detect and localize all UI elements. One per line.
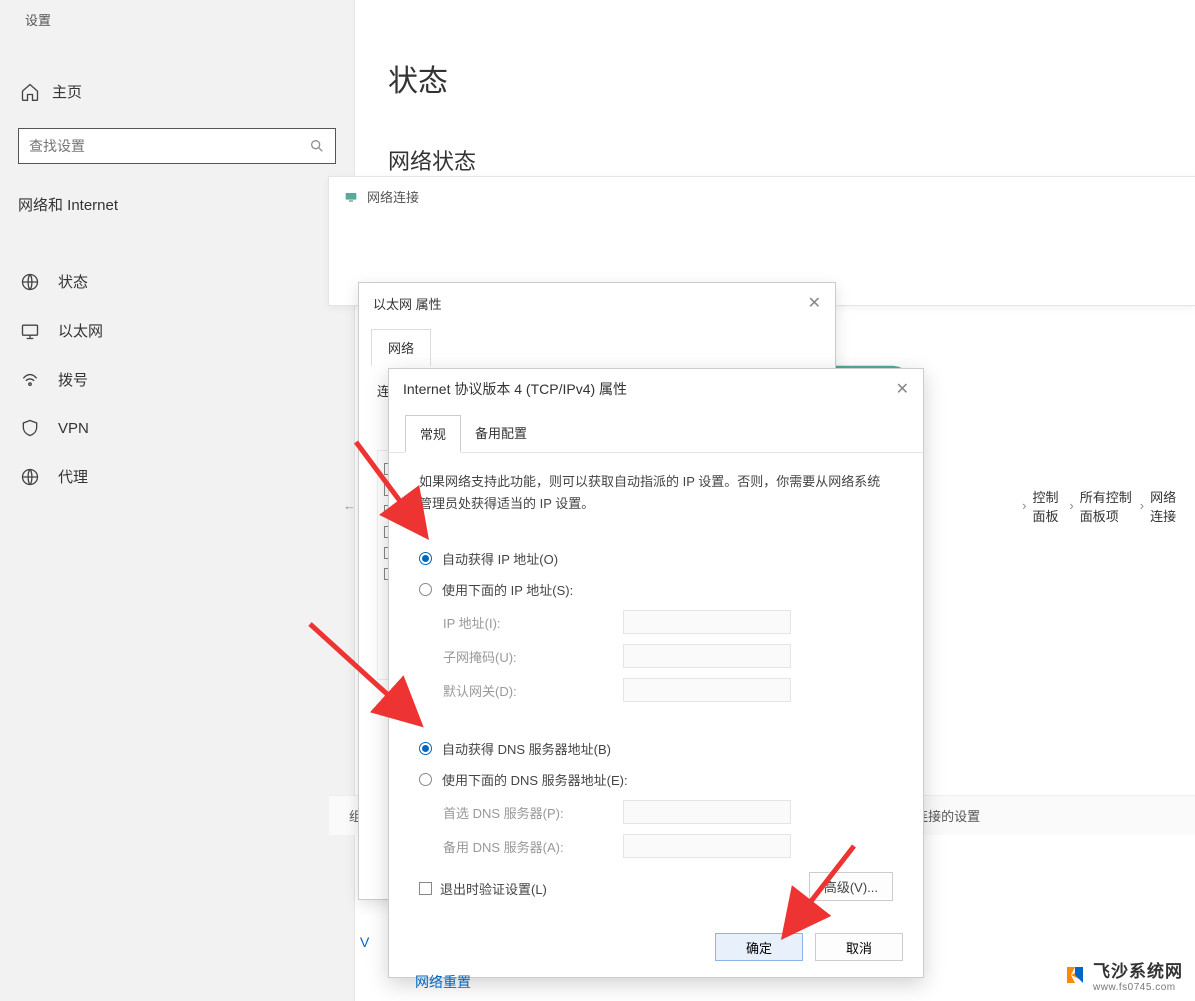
shield-icon bbox=[20, 418, 40, 438]
gateway-input bbox=[623, 678, 791, 702]
sidebar-item-label: 状态 bbox=[58, 271, 88, 292]
home-label: 主页 bbox=[52, 81, 82, 102]
home-icon bbox=[20, 82, 40, 102]
main-content: 状态 网络状态 bbox=[388, 56, 1168, 176]
search-box[interactable] bbox=[18, 128, 336, 164]
ipv4-properties-dialog: Internet 协议版本 4 (TCP/IPv4) 属性 ✕ 常规 备用配置 … bbox=[388, 368, 924, 978]
dialup-icon bbox=[20, 370, 40, 390]
radio-manual-dns[interactable]: 使用下面的 DNS 服务器地址(E): bbox=[419, 764, 893, 795]
radio-icon bbox=[419, 552, 432, 565]
settings-sidebar: 设置 主页 网络和 Internet 状态 以太网 拨号 VPN 代理 bbox=[0, 0, 355, 1001]
page-subtitle: 网络状态 bbox=[388, 144, 1168, 176]
radio-auto-dns[interactable]: 自动获得 DNS 服务器地址(B) bbox=[419, 733, 893, 764]
radio-icon bbox=[419, 742, 432, 755]
dialog-title: Internet 协议版本 4 (TCP/IPv4) 属性 bbox=[403, 379, 627, 399]
tab-general[interactable]: 常规 bbox=[405, 415, 461, 453]
network-icon bbox=[343, 189, 359, 205]
ethernet-icon bbox=[20, 321, 40, 341]
alternate-dns-input bbox=[623, 834, 791, 858]
checkbox-icon bbox=[419, 882, 432, 895]
sidebar-item-status[interactable]: 状态 bbox=[0, 257, 354, 306]
ip-address-label: IP 地址(I): bbox=[443, 613, 623, 632]
alternate-dns-label: 备用 DNS 服务器(A): bbox=[443, 837, 623, 856]
sidebar-item-label: VPN bbox=[58, 420, 89, 437]
app-title: 设置 bbox=[0, 0, 354, 39]
description-text: 如果网络支持此功能，则可以获取自动指派的 IP 设置。否则，你需要从网络系统管理… bbox=[419, 471, 893, 515]
tab-alternate[interactable]: 备用配置 bbox=[461, 415, 541, 452]
close-icon[interactable]: ✕ bbox=[896, 379, 909, 399]
cancel-button[interactable]: 取消 bbox=[815, 933, 903, 961]
radio-icon bbox=[419, 583, 432, 596]
ok-button[interactable]: 确定 bbox=[715, 933, 803, 961]
breadcrumb[interactable]: ›控制面板 ›所有控制面板项 ›网络连接 bbox=[1022, 487, 1181, 525]
search-icon bbox=[309, 138, 325, 154]
radio-manual-ip[interactable]: 使用下面的 IP 地址(S): bbox=[419, 574, 893, 605]
page-title: 状态 bbox=[388, 56, 1168, 100]
watermark-title: 飞沙系统网 bbox=[1093, 957, 1183, 982]
sidebar-item-label: 拨号 bbox=[58, 369, 88, 390]
watermark: 飞沙系统网 www.fs0745.com bbox=[1063, 957, 1183, 993]
sidebar-item-ethernet[interactable]: 以太网 bbox=[0, 306, 354, 355]
status-icon bbox=[20, 272, 40, 292]
globe-icon bbox=[20, 467, 40, 487]
sidebar-item-label: 代理 bbox=[58, 466, 88, 487]
network-reset-link[interactable]: 网络重置 bbox=[415, 972, 471, 992]
gateway-label: 默认网关(D): bbox=[443, 681, 623, 700]
close-icon[interactable]: ✕ bbox=[808, 293, 821, 313]
search-input[interactable] bbox=[29, 138, 309, 154]
tab-network[interactable]: 网络 bbox=[371, 329, 431, 367]
sidebar-home[interactable]: 主页 bbox=[0, 69, 354, 114]
window-title: 网络连接 bbox=[329, 177, 1195, 216]
sidebar-item-proxy[interactable]: 代理 bbox=[0, 452, 354, 501]
sidebar-item-dialup[interactable]: 拨号 bbox=[0, 355, 354, 404]
subnet-mask-label: 子网掩码(U): bbox=[443, 647, 623, 666]
preferred-dns-label: 首选 DNS 服务器(P): bbox=[443, 803, 623, 822]
ip-address-input bbox=[623, 610, 791, 634]
link-partial[interactable]: V bbox=[360, 934, 369, 950]
sidebar-item-label: 以太网 bbox=[58, 320, 103, 341]
radio-auto-ip[interactable]: 自动获得 IP 地址(O) bbox=[419, 543, 893, 574]
sidebar-item-vpn[interactable]: VPN bbox=[0, 404, 354, 452]
section-header: 网络和 Internet bbox=[0, 178, 354, 231]
watermark-url: www.fs0745.com bbox=[1093, 982, 1183, 993]
nav-back-button[interactable]: ← bbox=[343, 497, 356, 515]
preferred-dns-input bbox=[623, 800, 791, 824]
watermark-logo-icon bbox=[1063, 963, 1087, 987]
dialog-title: 以太网 属性 bbox=[373, 294, 442, 313]
subnet-mask-input bbox=[623, 644, 791, 668]
radio-icon bbox=[419, 773, 432, 786]
advanced-button[interactable]: 高级(V)... bbox=[809, 872, 893, 901]
